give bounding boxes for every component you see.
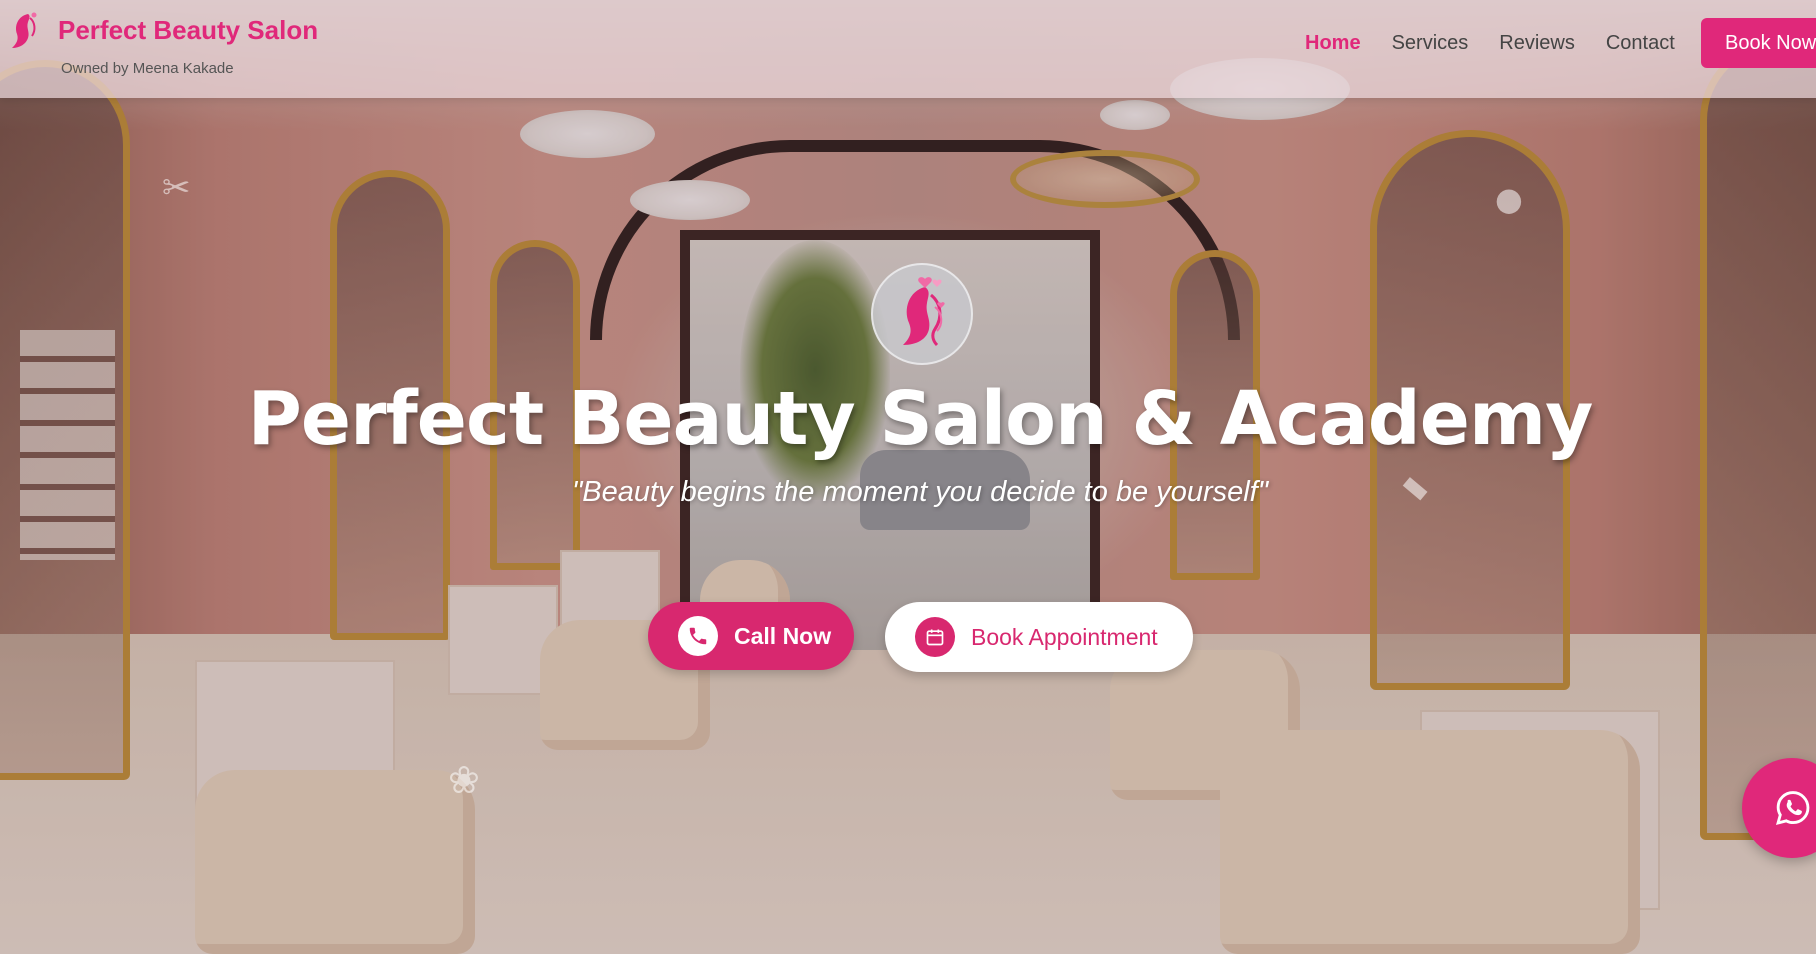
- scissors-icon: ✂: [162, 168, 191, 208]
- hero-logo: [871, 263, 973, 365]
- woman-silhouette-hearts-icon: [903, 277, 945, 347]
- call-now-label: Call Now: [734, 622, 832, 649]
- nav-links: Home Services Reviews Contact: [1305, 32, 1675, 55]
- calendar-icon: [915, 617, 955, 657]
- lotus-icon: ❀: [448, 758, 480, 802]
- nav-item-reviews[interactable]: Reviews: [1499, 32, 1575, 55]
- book-now-button[interactable]: Book Now: [1701, 18, 1816, 68]
- brand-owner: Owned by Meena Kakade: [61, 60, 234, 77]
- navbar: Perfect Beauty Salon Owned by Meena Kaka…: [0, 0, 1816, 98]
- book-appointment-label: Book Appointment: [971, 623, 1158, 650]
- phone-icon: [678, 616, 718, 656]
- call-now-button[interactable]: Call Now: [648, 602, 854, 670]
- book-now-label: Book Now: [1725, 31, 1816, 54]
- nav-item-services[interactable]: Services: [1392, 32, 1469, 55]
- nav-item-home[interactable]: Home: [1305, 32, 1361, 55]
- hero-title: Perfect Beauty Salon & Academy: [247, 376, 1594, 462]
- brand-name[interactable]: Perfect Beauty Salon: [58, 15, 318, 46]
- pin-icon: ●: [1495, 180, 1523, 218]
- book-appointment-button[interactable]: Book Appointment: [885, 602, 1193, 672]
- hero-tagline: "Beauty begins the moment you decide to …: [571, 476, 1269, 508]
- whatsapp-icon: [1776, 791, 1810, 825]
- woman-silhouette-icon[interactable]: [8, 10, 42, 52]
- nav-item-contact[interactable]: Contact: [1606, 32, 1675, 55]
